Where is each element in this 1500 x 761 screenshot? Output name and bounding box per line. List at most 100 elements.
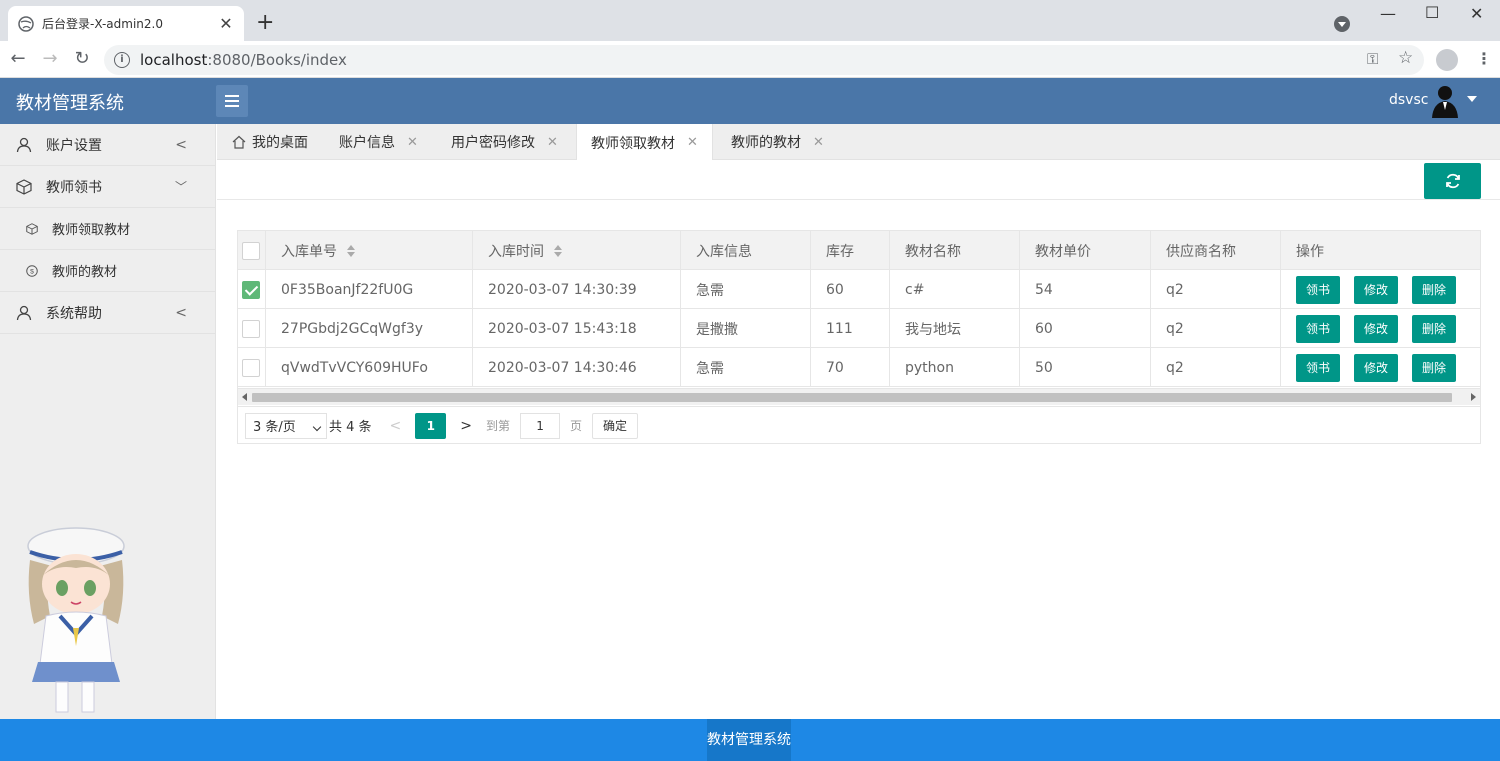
user-icon <box>16 137 32 152</box>
minimize-icon[interactable]: — <box>1380 4 1396 23</box>
sidebar-item-teacher-books[interactable]: 教师领书 ﹀ <box>0 166 215 208</box>
cell-id: qVwdTvVCY609HUFo <box>266 348 473 387</box>
prev-page-icon[interactable]: < <box>390 418 402 434</box>
cell-actions: 领书 修改 删除 <box>1281 270 1480 309</box>
next-page-icon[interactable]: > <box>460 418 472 434</box>
page-tabs: 我的桌面 账户信息 ✕ 用户密码修改 ✕ 教师领取教材 ✕ 教师的教材 ✕ <box>217 124 1500 161</box>
tab-my-desktop[interactable]: 我的桌面 <box>232 124 308 160</box>
sidebar-item-teacher-books-list[interactable]: $ 教师的教材 <box>0 250 215 292</box>
data-table: 入库单号 入库时间 入库信息 库存 教材名称 教材单价 供应商名称 操作 0F3… <box>237 230 1481 444</box>
close-icon[interactable]: ✕ <box>407 135 418 150</box>
goto-page-input[interactable]: 1 <box>520 412 561 439</box>
app-header: 教材管理系统 dsvsc <box>0 78 1500 124</box>
mascot-image[interactable] <box>16 524 136 719</box>
sidebar-item-label: 教师领取教材 <box>52 223 131 238</box>
browser-menu-icon[interactable]: ⋮ <box>1476 49 1492 68</box>
close-tab-icon[interactable]: ✕ <box>218 14 234 33</box>
tab-teacher-books[interactable]: 教师的教材 ✕ <box>731 124 824 160</box>
take-book-button[interactable]: 领书 <box>1296 353 1340 382</box>
forward-arrow-icon[interactable]: → <box>38 47 62 71</box>
delete-button[interactable]: 删除 <box>1412 275 1456 304</box>
user-dropdown-caret-icon[interactable] <box>1467 96 1477 102</box>
menu-toggle-button[interactable] <box>216 85 248 117</box>
delete-button[interactable]: 删除 <box>1412 314 1456 343</box>
scrollbar-thumb[interactable] <box>252 393 1452 402</box>
cell-id: 0F35BoanJf22fU0G <box>266 270 473 309</box>
select-all-checkbox[interactable] <box>242 241 260 260</box>
browser-tab[interactable]: 后台登录-X-admin2.0 ✕ <box>8 6 244 41</box>
take-book-button[interactable]: 领书 <box>1296 314 1340 343</box>
row-checkbox[interactable] <box>242 358 260 377</box>
tab-search-icon[interactable] <box>1334 16 1350 32</box>
cell-supplier: q2 <box>1151 309 1281 348</box>
chevron-left-icon: < <box>175 305 187 321</box>
cell-actions: 领书 修改 删除 <box>1281 348 1480 387</box>
tab-password-change[interactable]: 用户密码修改 ✕ <box>451 124 558 160</box>
close-icon[interactable]: ✕ <box>813 135 824 150</box>
sidebar-item-system-help[interactable]: 系统帮助 < <box>0 292 215 334</box>
cell-name: python <box>890 348 1020 387</box>
edit-button[interactable]: 修改 <box>1354 314 1398 343</box>
sidebar-item-account-settings[interactable]: 账户设置 < <box>0 124 215 166</box>
profile-avatar-icon[interactable] <box>1436 49 1458 71</box>
close-icon[interactable]: ✕ <box>687 135 698 150</box>
address-bar[interactable]: i localhost:8080/Books/index <box>104 45 1424 75</box>
edit-button[interactable]: 修改 <box>1354 353 1398 382</box>
browser-tab-title: 后台登录-X-admin2.0 <box>42 17 163 31</box>
cell-stock: 60 <box>811 270 890 309</box>
table-header: 入库单号 入库时间 入库信息 库存 教材名称 教材单价 供应商名称 操作 <box>238 231 1480 270</box>
take-book-button[interactable]: 领书 <box>1296 275 1340 304</box>
header-id[interactable]: 入库单号 <box>266 231 473 270</box>
sidebar-item-label: 账户设置 <box>46 137 102 154</box>
cell-stock: 70 <box>811 348 890 387</box>
cell-supplier: q2 <box>1151 348 1281 387</box>
tab-label: 我的桌面 <box>252 135 308 151</box>
row-checkbox[interactable] <box>242 319 260 338</box>
browser-toolbar: ← → ↻ i localhost:8080/Books/index ⚿ ☆ ⋮ <box>0 41 1500 78</box>
header-time[interactable]: 入库时间 <box>473 231 681 270</box>
header-label: 入库单号 <box>281 243 337 260</box>
header-info: 入库信息 <box>681 231 811 270</box>
goto-confirm-button[interactable]: 确定 <box>592 412 639 439</box>
site-info-icon[interactable]: i <box>114 52 130 68</box>
globe-icon <box>18 15 34 32</box>
back-arrow-icon[interactable]: ← <box>6 47 30 71</box>
maximize-icon[interactable]: ☐ <box>1425 3 1439 22</box>
row-select-cell <box>238 309 266 348</box>
window-close-icon[interactable]: ✕ <box>1470 4 1483 23</box>
user-icon <box>16 305 32 320</box>
delete-button[interactable]: 删除 <box>1412 353 1456 382</box>
tab-teacher-receive-books[interactable]: 教师领取教材 ✕ <box>576 124 713 161</box>
pagination: 3 条/页 共 4 条 < 1 > 到第 1 页 确定 <box>238 406 1480 444</box>
row-checkbox[interactable] <box>242 280 260 299</box>
refresh-button[interactable] <box>1424 163 1481 199</box>
total-count: 共 4 条 <box>329 420 372 435</box>
page-unit-label: 页 <box>570 419 583 433</box>
footer: 教材管理系统 <box>0 719 1500 761</box>
user-name[interactable]: dsvsc <box>1389 92 1428 108</box>
header-supplier: 供应商名称 <box>1151 231 1281 270</box>
close-icon[interactable]: ✕ <box>547 135 558 150</box>
bookmark-star-icon[interactable]: ☆ <box>1398 48 1413 68</box>
app-logo[interactable]: 教材管理系统 <box>16 89 124 115</box>
user-avatar-icon[interactable] <box>1431 84 1459 118</box>
key-icon[interactable]: ⚿ <box>1367 50 1378 68</box>
scroll-right-arrow-icon[interactable] <box>1471 393 1476 401</box>
browser-tabstrip: 后台登录-X-admin2.0 ✕ + — ☐ ✕ <box>0 0 1500 41</box>
sidebar-item-teacher-receive-books[interactable]: 教师领取教材 <box>0 208 215 250</box>
box-icon <box>16 178 32 195</box>
edit-button[interactable]: 修改 <box>1354 275 1398 304</box>
cell-info: 是撒撒 <box>681 309 811 348</box>
sort-icon[interactable] <box>347 244 355 257</box>
scroll-left-arrow-icon[interactable] <box>242 393 247 401</box>
table-row: 0F35BoanJf22fU0G 2020-03-07 14:30:39 急需 … <box>238 270 1480 309</box>
tab-label: 用户密码修改 <box>451 135 535 151</box>
new-tab-button[interactable]: + <box>256 10 274 36</box>
sort-icon[interactable] <box>554 244 562 257</box>
horizontal-scrollbar[interactable] <box>238 388 1480 405</box>
url-text: localhost:8080/Books/index <box>140 51 347 69</box>
reload-icon[interactable]: ↻ <box>70 47 94 71</box>
page-size-select[interactable]: 3 条/页 <box>245 412 327 439</box>
current-page-button[interactable]: 1 <box>415 412 447 439</box>
tab-account-info[interactable]: 账户信息 ✕ <box>339 124 418 160</box>
